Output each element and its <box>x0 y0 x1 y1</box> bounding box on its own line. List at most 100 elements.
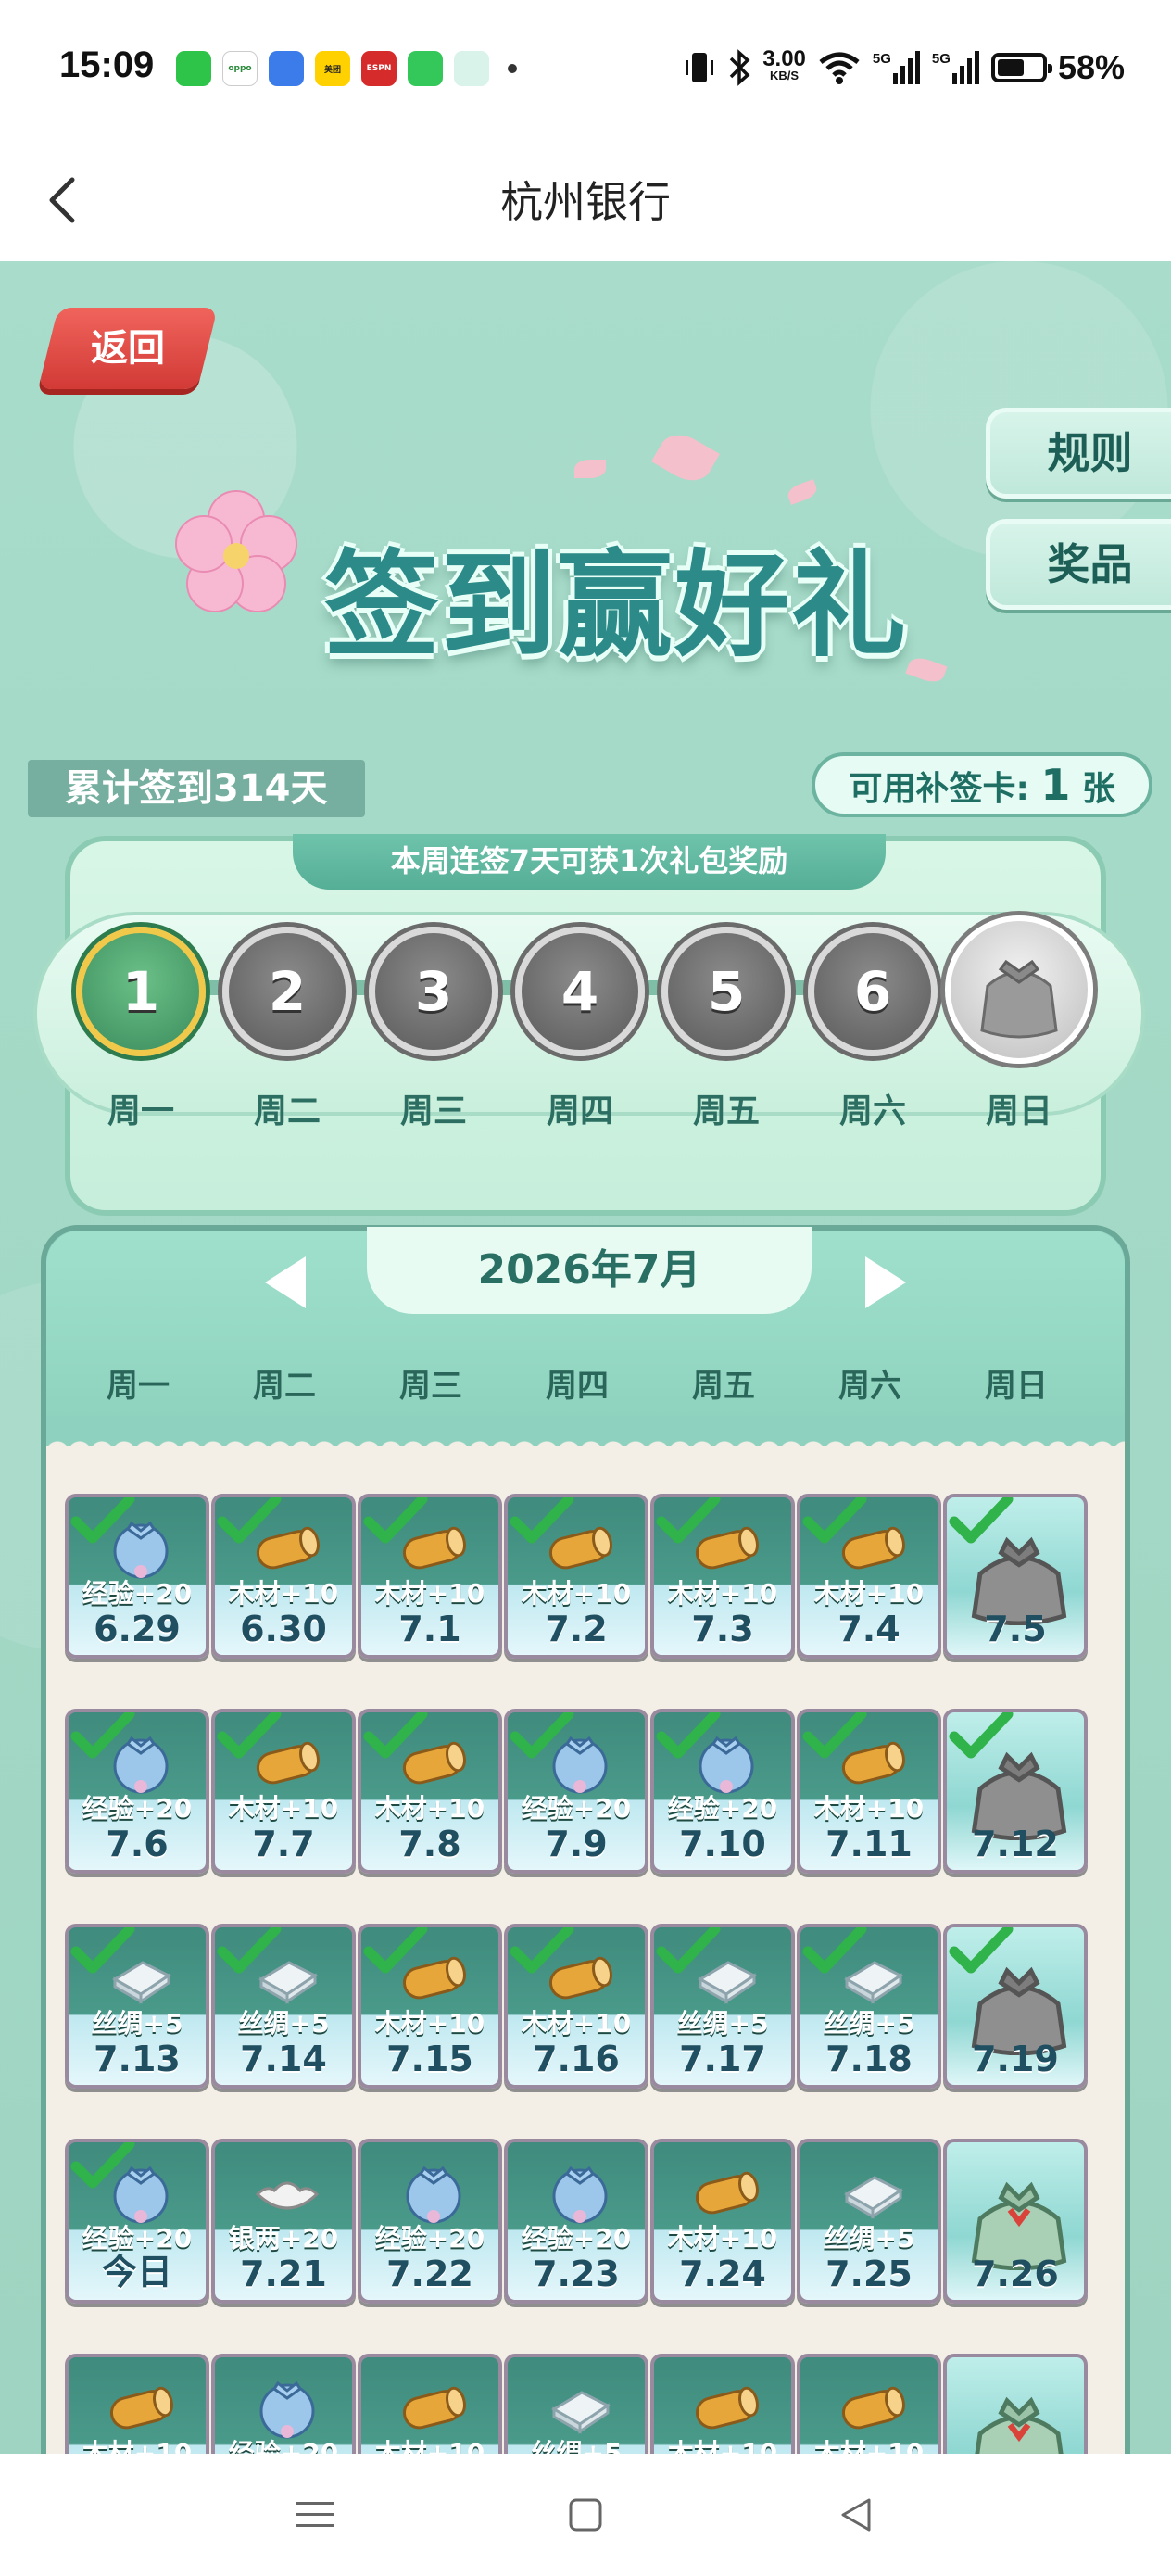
calendar-month: 2026年7月 <box>367 1227 812 1314</box>
checkmark-icon <box>949 1927 1014 1979</box>
checkmark-icon <box>656 1927 721 1979</box>
browser-icon <box>269 51 304 86</box>
calendar-cell[interactable]: 经验+20 今日 <box>65 2139 209 2304</box>
calendar-cell[interactable]: 木材+10 7.7 <box>211 1709 356 1874</box>
streak-day-number: 5 <box>707 960 746 1023</box>
calendar-cell[interactable]: 木材+10 7.11 <box>797 1709 941 1874</box>
menu-icon[interactable] <box>295 2496 335 2533</box>
checkmark-icon <box>217 1927 282 1979</box>
calendar-cell[interactable]: 丝绸+5 7.14 <box>211 1924 356 2089</box>
network-speed: 3.00 KB/S <box>762 46 806 83</box>
calendar-cell[interactable]: 木材+10 7.24 <box>650 2139 795 2304</box>
system-nav-bar <box>0 2454 1171 2576</box>
calendar-cell[interactable]: 木材+10 <box>650 2354 795 2454</box>
cell-reward: 经验+20 <box>521 2223 632 2254</box>
checkmark-icon <box>802 1712 867 1764</box>
status-time: 15:09 <box>59 44 155 85</box>
calendar-cell[interactable]: 丝绸+5 7.17 <box>650 1924 795 2089</box>
silver-ingot-icon <box>248 2157 326 2228</box>
cell-date: 7.11 <box>825 1824 913 1864</box>
espn-icon: ESPN <box>361 51 397 86</box>
cherry-blossom-icon <box>175 490 297 612</box>
exp-pouch-icon <box>541 2157 619 2228</box>
calendar-cell[interactable]: 木材+10 7.15 <box>358 1924 502 2089</box>
calendar-cell[interactable]: 丝绸+5 7.13 <box>65 1924 209 2089</box>
wood-log-icon <box>102 2372 180 2443</box>
calendar-cell[interactable]: 经验+20 6.29 <box>65 1494 209 1659</box>
calendar-cell[interactable]: 经验+20 <box>211 2354 356 2454</box>
cell-date: 7.7 <box>252 1824 315 1864</box>
cell-date: 7.17 <box>679 2039 766 2079</box>
cell-reward: 丝绸+5 <box>823 2008 915 2039</box>
battery-icon <box>990 53 1052 82</box>
back-triangle-icon[interactable] <box>837 2496 875 2533</box>
calendar-cell-gift[interactable]: 7.12 <box>943 1709 1088 1874</box>
calendar-cell[interactable]: 经验+20 7.10 <box>650 1709 795 1874</box>
weekday-header: 周五 <box>692 1368 755 1405</box>
rules-button[interactable]: 规则 <box>986 408 1171 499</box>
calendar-cell[interactable]: 丝绸+5 <box>504 2354 648 2454</box>
calendar-cell[interactable]: 经验+20 7.9 <box>504 1709 648 1874</box>
streak-day-label: 周三 <box>399 1092 467 1130</box>
calendar-cell[interactable]: 木材+10 6.30 <box>211 1494 356 1659</box>
weekday-header: 周日 <box>985 1368 1048 1405</box>
calendar-cell-gift[interactable]: 7.5 <box>943 1494 1088 1659</box>
calendar-cell[interactable]: 经验+20 7.6 <box>65 1709 209 1874</box>
home-square-icon[interactable] <box>567 2496 604 2533</box>
streak-day-2: 2 <box>222 927 352 1056</box>
cell-reward: 木材+10 <box>813 2438 925 2454</box>
checkmark-icon <box>70 1497 135 1549</box>
calendar-cell[interactable]: 木材+10 7.8 <box>358 1709 502 1874</box>
weekly-gift-bag-icon[interactable] <box>945 915 1093 1064</box>
calendar-cell[interactable]: 丝绸+5 7.18 <box>797 1924 941 2089</box>
more-notifications-dot <box>508 64 517 73</box>
calendar-cell[interactable]: 木材+10 7.16 <box>504 1924 648 2089</box>
wifi-icon <box>819 52 860 84</box>
calendar-cell[interactable]: 经验+20 7.22 <box>358 2139 502 2304</box>
checkmark-icon <box>217 1712 282 1764</box>
bluetooth-icon <box>729 49 750 86</box>
calendar-cell-gift[interactable]: 7.26 <box>943 2139 1088 2304</box>
calendar-header: 2026年7月 周一 周二 周三 周四 周五 周六 周日 <box>46 1227 1125 1416</box>
calendar-cell[interactable]: 丝绸+5 7.25 <box>797 2139 941 2304</box>
checkmark-icon <box>656 1712 721 1764</box>
next-month-arrow-icon[interactable] <box>865 1256 906 1308</box>
calendar-cell[interactable]: 木材+10 <box>797 2354 941 2454</box>
cell-date: 6.30 <box>240 1609 327 1649</box>
cell-date: 7.9 <box>545 1824 608 1864</box>
calendar-cell[interactable]: 银两+20 7.21 <box>211 2139 356 2304</box>
makeup-card-count: 可用补签卡: 1 张 <box>812 752 1152 817</box>
calendar-cell[interactable]: 木材+10 7.4 <box>797 1494 941 1659</box>
calendar-cell-gift[interactable]: 7.19 <box>943 1924 1088 2089</box>
cell-reward: 丝绸+5 <box>823 2223 915 2254</box>
calendar-cell[interactable]: 经验+20 7.23 <box>504 2139 648 2304</box>
cell-reward: 丝绸+5 <box>91 2008 183 2039</box>
calendar-cell[interactable]: 木材+10 7.3 <box>650 1494 795 1659</box>
streak-day-5: 5 <box>661 927 791 1056</box>
petal-decoration <box>651 425 720 490</box>
cell-date: 7.8 <box>398 1824 461 1864</box>
meituan-icon: 美团 <box>315 51 350 86</box>
streak-day-number: 3 <box>414 960 453 1023</box>
checkmark-icon <box>70 1927 135 1979</box>
return-button[interactable]: 返回 <box>38 308 218 389</box>
cell-date: 7.23 <box>533 2254 620 2294</box>
checkmark-icon <box>949 1712 1014 1764</box>
petal-decoration <box>905 653 948 687</box>
cell-reward: 经验+20 <box>521 1793 632 1824</box>
prev-month-arrow-icon[interactable] <box>265 1256 306 1308</box>
calendar-cell[interactable]: 木材+10 7.1 <box>358 1494 502 1659</box>
cell-reward: 木材+10 <box>667 2223 778 2254</box>
cell-date: 7.22 <box>386 2254 473 2294</box>
monthly-calendar: 2026年7月 周一 周二 周三 周四 周五 周六 周日 经验+20 6.29 木材+10 6.3… <box>41 1225 1130 2454</box>
calendar-cell[interactable]: 木材+10 <box>65 2354 209 2454</box>
cell-date: 7.26 <box>972 2254 1059 2294</box>
calendar-cell[interactable]: 木材+10 7.2 <box>504 1494 648 1659</box>
signal-icon <box>951 51 979 84</box>
streak-day-6: 6 <box>808 927 938 1056</box>
prizes-button[interactable]: 奖品 <box>986 519 1171 610</box>
cell-reward: 经验+20 <box>82 1578 193 1609</box>
calendar-cell[interactable]: 木材+10 <box>358 2354 502 2454</box>
wood-log-icon <box>395 2372 472 2443</box>
calendar-cell-gift[interactable] <box>943 2354 1088 2454</box>
